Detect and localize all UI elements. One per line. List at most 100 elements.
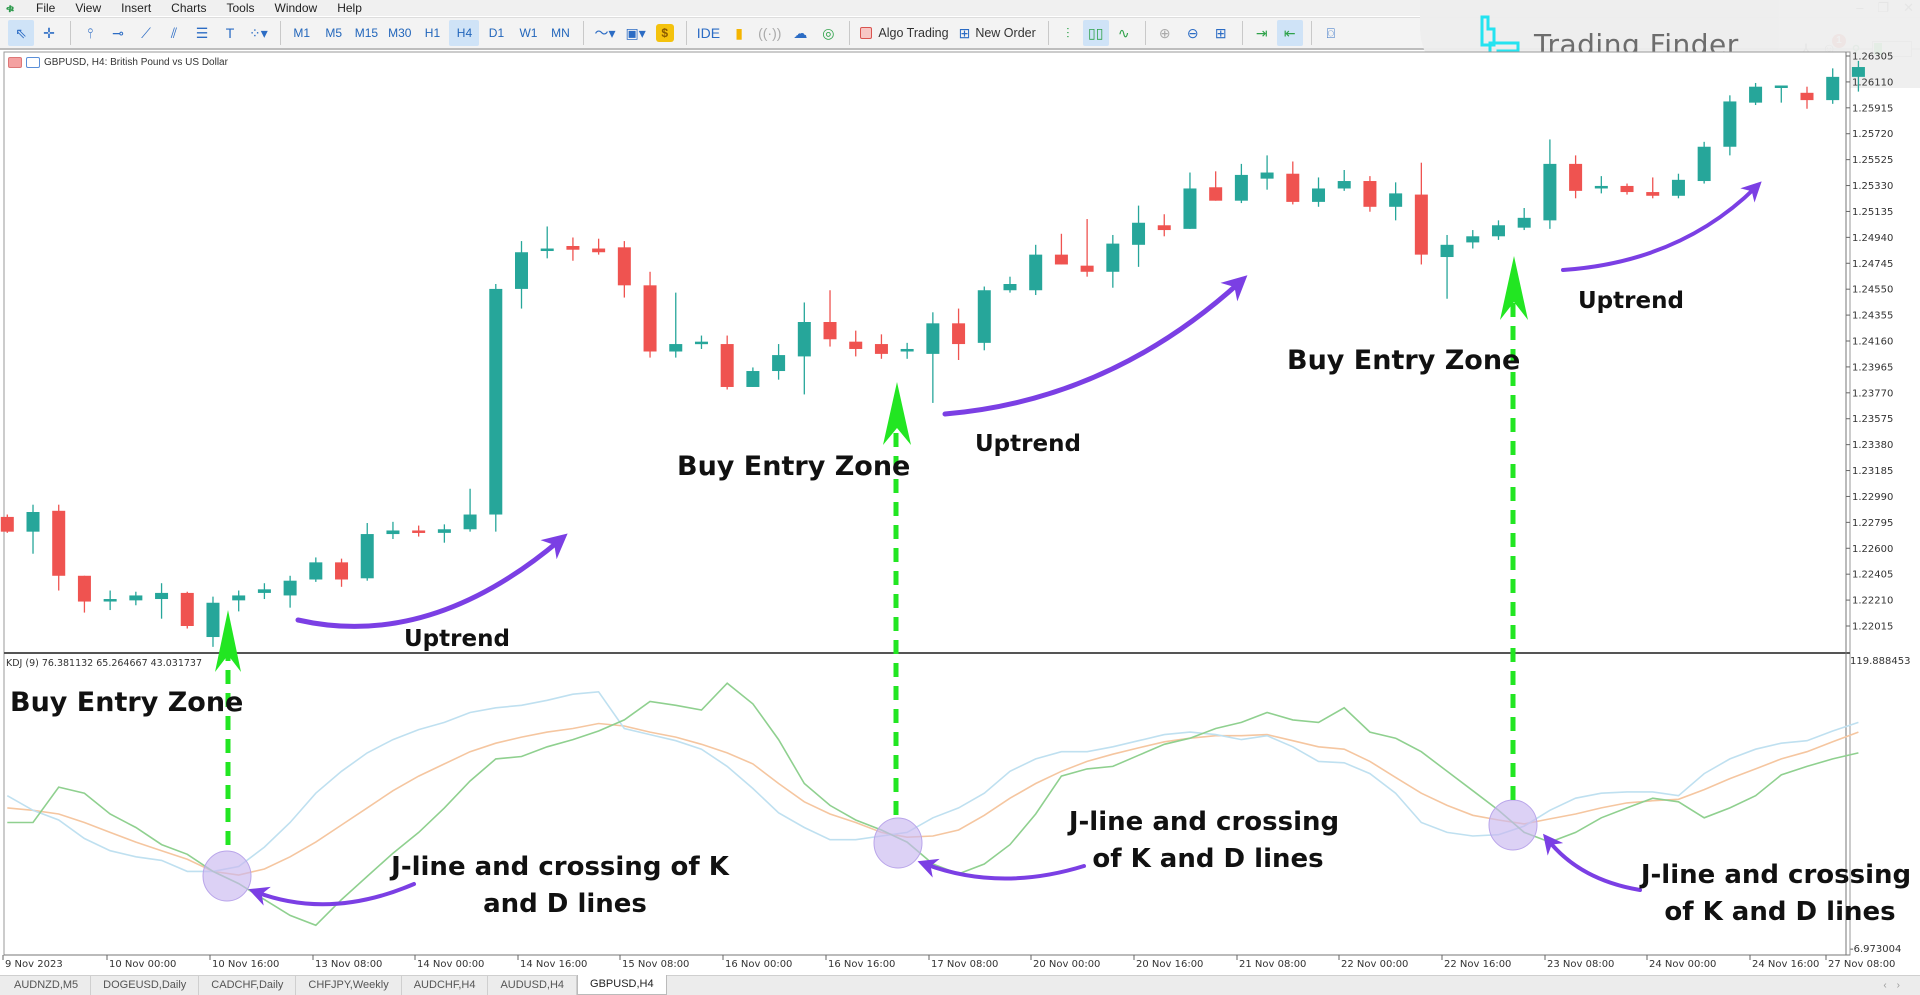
price-tick-label: 1.23380 <box>1852 440 1893 451</box>
tab-scroll-arrows[interactable]: ‹› <box>1883 980 1910 991</box>
candle-body <box>489 288 503 515</box>
chart-window-icon <box>8 56 22 68</box>
indicator-header: KDJ (9) 76.381132 65.264667 43.031737 <box>6 658 202 669</box>
price-tick-label: 1.23575 <box>1852 414 1893 425</box>
candle-body <box>1157 225 1171 231</box>
candle-body <box>1209 187 1223 201</box>
time-tick-label: 21 Nov 08:00 <box>1239 959 1306 970</box>
candle-body <box>1594 185 1608 189</box>
candle-body <box>463 514 477 530</box>
candle-body <box>1183 188 1197 229</box>
time-tick-label: 14 Nov 16:00 <box>520 959 587 970</box>
uptrend-label: Uptrend <box>404 626 510 652</box>
trading-terminal: ቁ File View Insert Charts Tools Window H… <box>0 0 1920 995</box>
price-tick-label: 1.22210 <box>1852 596 1893 607</box>
candle-body <box>1286 173 1300 202</box>
tab-gbpusd-h4[interactable]: GBPUSD,H4 <box>577 975 667 995</box>
candle-body <box>617 247 631 286</box>
price-tick-label: 1.22015 <box>1852 622 1893 633</box>
candle-body <box>1440 244 1454 258</box>
candle-body <box>669 344 683 352</box>
candle <box>489 284 503 532</box>
jline-crossing-label: of K and D lines <box>1664 897 1895 927</box>
candle-body <box>52 510 66 576</box>
chart-symbol-icon <box>26 56 40 68</box>
indicator-min-label: -6.973004 <box>1850 944 1901 955</box>
indicator-max-label: 119.888453 <box>1850 656 1910 667</box>
candle-body <box>849 341 863 349</box>
candle-body <box>1569 163 1583 191</box>
candle-body <box>566 246 580 250</box>
candle-body <box>1029 254 1043 291</box>
tab-audusd-h4[interactable]: AUDUSD,H4 <box>488 976 578 995</box>
candle-body <box>155 592 169 600</box>
tab-audnzd-m5[interactable]: AUDNZD,M5 <box>2 976 92 995</box>
buy-entry-zone-label: Buy Entry Zone <box>677 451 910 482</box>
crossing-highlight-circle <box>202 850 252 902</box>
tab-chfjpy-weekly[interactable]: CHFJPY,Weekly <box>296 976 402 995</box>
price-tick-label: 1.25525 <box>1852 155 1893 166</box>
candle-body <box>592 248 606 253</box>
price-tick-label: 1.22795 <box>1852 518 1893 529</box>
candle-body <box>1620 185 1634 193</box>
candle-body <box>1106 243 1120 272</box>
candle-body <box>1723 101 1737 147</box>
time-tick-label: 10 Nov 00:00 <box>109 959 176 970</box>
candle-body <box>823 322 837 340</box>
candle-body <box>874 344 888 354</box>
tab-dogeusd-daily[interactable]: DOGEUSD,Daily <box>91 976 200 995</box>
candle-body <box>1234 174 1248 201</box>
candle-body <box>1003 284 1017 291</box>
candle-body <box>1800 92 1814 101</box>
time-tick-label: 23 Nov 08:00 <box>1547 959 1614 970</box>
candle-body <box>1312 188 1326 202</box>
candle-body <box>309 562 323 580</box>
chart-title: GBPUSD, H4: British Pound vs US Dollar <box>44 56 228 68</box>
price-tick-label: 1.25330 <box>1852 181 1893 192</box>
jline-crossing-label: of K and D lines <box>1092 844 1323 874</box>
candle-body <box>952 323 966 345</box>
candle-body <box>360 534 374 579</box>
time-tick-label: 20 Nov 16:00 <box>1136 959 1203 970</box>
candle-body <box>1671 179 1685 196</box>
candle-body <box>1774 85 1788 88</box>
candle-body <box>1851 67 1865 77</box>
time-tick-label: 24 Nov 00:00 <box>1649 959 1716 970</box>
price-tick-label: 1.24550 <box>1852 285 1893 296</box>
candle-body <box>412 530 426 533</box>
candle-body <box>1491 225 1505 237</box>
crossing-highlight-circle <box>1488 799 1538 851</box>
chart-canvas[interactable]: 1.263051.261101.259151.257201.255251.253… <box>0 0 1920 975</box>
chart-header: GBPUSD, H4: British Pound vs US Dollar <box>8 55 228 69</box>
candle-body <box>1646 192 1660 196</box>
candle-body <box>515 252 528 289</box>
time-tick-label: 13 Nov 08:00 <box>315 959 382 970</box>
symbol-tabs: AUDNZD,M5 DOGEUSD,Daily CADCHF,Daily CHF… <box>0 975 1920 995</box>
jline-crossing-label: J-line and crossing <box>1067 807 1339 837</box>
tab-audchf-h4[interactable]: AUDCHF,H4 <box>402 976 489 995</box>
candle-body <box>1363 181 1377 207</box>
candle-body <box>1826 76 1840 101</box>
jline-crossing-label: J-line and crossing of K <box>389 852 730 882</box>
time-tick-label: 20 Nov 00:00 <box>1033 959 1100 970</box>
time-tick-label: 27 Nov 08:00 <box>1828 959 1895 970</box>
candle-body <box>232 595 246 601</box>
candle-body <box>1749 86 1763 103</box>
candle-body <box>129 595 143 601</box>
candle <box>1723 95 1737 156</box>
candle-body <box>1389 193 1403 207</box>
time-axis: 9 Nov 2023 10 Nov 00:00 10 Nov 16:00 13 Nov… <box>2 955 1895 970</box>
candle <box>0 514 14 533</box>
price-tick-label: 1.25915 <box>1852 103 1893 114</box>
candle-body <box>77 575 91 602</box>
time-tick-label: 24 Nov 16:00 <box>1752 959 1819 970</box>
price-axis: 1.263051.261101.259151.257201.255251.253… <box>1846 52 1893 633</box>
candle-body <box>180 592 194 626</box>
candle <box>1697 141 1711 184</box>
tab-cadchf-daily[interactable]: CADCHF,Daily <box>199 976 297 995</box>
candle-body <box>1517 217 1531 228</box>
price-tick-label: 1.24745 <box>1852 259 1893 270</box>
time-tick-label: 10 Nov 16:00 <box>212 959 279 970</box>
candle-body <box>1697 146 1711 182</box>
candle-body <box>103 599 117 602</box>
